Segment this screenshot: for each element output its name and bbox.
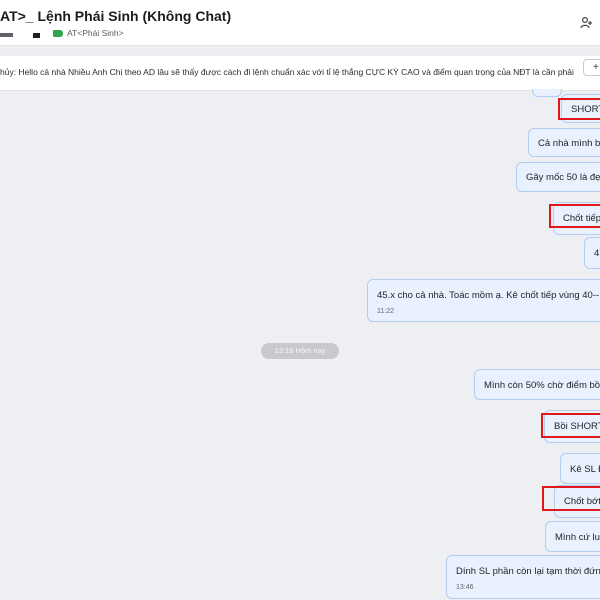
date-divider: 13:19 Hôm nay — [261, 343, 339, 359]
message-bubble[interactable]: Chốt tiếp — [553, 202, 600, 235]
message-bubble[interactable]: Mình cứ lu — [545, 521, 600, 552]
group-tag[interactable]: AT<Phái Sinh> — [53, 27, 124, 39]
message-bubble[interactable]: Mình còn 50% chờ điểm bồ — [474, 369, 600, 400]
message-text: Kê SL Đ — [570, 464, 600, 475]
message-bubble[interactable]: Cả nhà mình b — [528, 128, 600, 157]
message-text: Dính SL phần còn lại tạm thời đứn — [456, 566, 600, 577]
message-text: Gãy mốc 50 là đẹ — [526, 172, 600, 183]
group-tag-label: AT<Phái Sinh> — [67, 28, 124, 38]
message-text: SHORT — [571, 104, 600, 115]
message-bubble[interactable]: Gãy mốc 50 là đẹ — [516, 162, 600, 192]
message-text: 47 — [594, 248, 600, 259]
message-text: Mình còn 50% chờ điểm bồ — [484, 380, 600, 391]
member-avatar-strip-2 — [33, 33, 40, 38]
member-avatar-strip — [0, 33, 13, 37]
message-text: Bồi SHORT — [554, 421, 600, 432]
pinned-message-bar[interactable]: hủy: Hello cả nhà Nhiều Anh Chị theo AD … — [0, 55, 600, 91]
chat-title: AT>_ Lệnh Phái Sinh (Không Chat) — [0, 8, 232, 24]
message-bubble[interactable]: 45.x cho cả nhà. Toác mồm ạ. Kê chốt tiế… — [367, 279, 600, 322]
members-icon[interactable] — [580, 16, 594, 30]
message-text: Cả nhà mình b — [538, 138, 600, 149]
chat-header: AT>_ Lệnh Phái Sinh (Không Chat) AT<Phái… — [0, 0, 600, 46]
message-bubble-cut — [532, 89, 562, 97]
message-bubble[interactable]: Bồi SHORT — [544, 410, 600, 443]
message-bubble[interactable]: Chốt bớt — [554, 485, 600, 518]
message-bubble[interactable]: SHORT — [561, 94, 600, 123]
message-text: 45.x cho cả nhà. Toác mồm ạ. Kê chốt tiế… — [377, 290, 600, 301]
message-text: Chốt tiếp — [563, 213, 600, 224]
message-bubble[interactable]: 47 — [584, 237, 600, 269]
pinned-expand-button[interactable]: + — [583, 59, 600, 76]
message-bubble[interactable]: Dính SL phần còn lại tạm thời đứn 13:46 — [446, 555, 600, 599]
pinned-message-text: hủy: Hello cả nhà Nhiều Anh Chị theo AD … — [0, 67, 575, 77]
tag-icon — [53, 29, 63, 37]
message-time: 11:22 — [377, 308, 394, 315]
message-time: 13:46 — [456, 584, 474, 591]
message-text: Mình cứ lu — [555, 532, 600, 543]
message-text: Chốt bớt — [564, 496, 600, 507]
message-bubble[interactable]: Kê SL Đ — [560, 453, 600, 484]
